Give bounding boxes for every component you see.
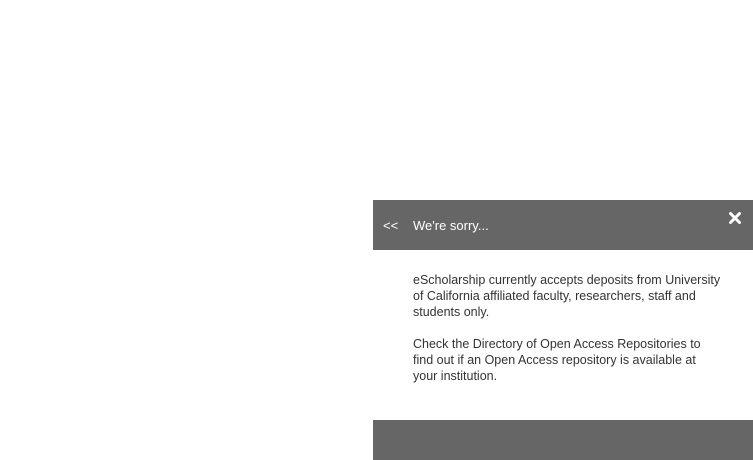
close-icon[interactable] <box>728 211 742 225</box>
dialog-header: << We're sorry... <box>373 200 753 250</box>
sorry-dialog: << We're sorry... eScholarship currently… <box>373 200 753 460</box>
directory-suggestion-text: Check the Directory of Open Access Repos… <box>413 337 701 383</box>
dialog-footer <box>373 420 753 460</box>
dialog-title: We're sorry... <box>413 218 489 233</box>
close-x-icon <box>729 212 741 224</box>
deposit-policy-text: eScholarship currently accepts deposits … <box>413 273 721 319</box>
dialog-body: eScholarship currently accepts deposits … <box>413 272 723 400</box>
back-button[interactable]: << <box>383 218 398 234</box>
